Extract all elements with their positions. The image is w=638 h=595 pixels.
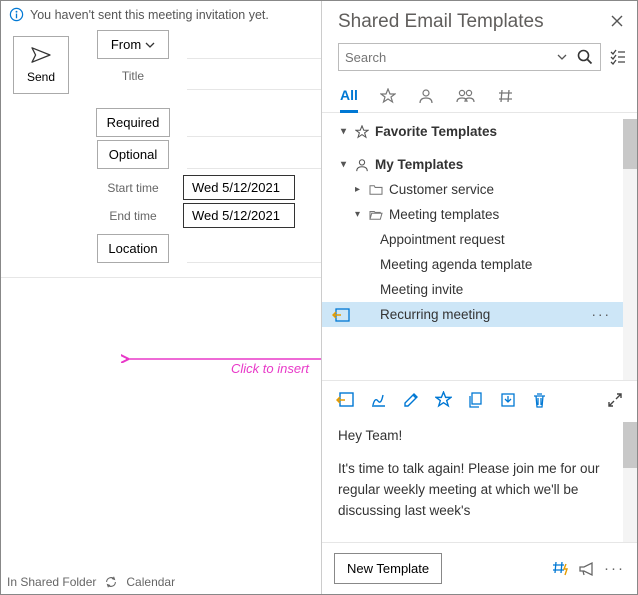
from-label: From xyxy=(111,37,141,52)
status-view: Calendar xyxy=(126,575,175,589)
search-input[interactable] xyxy=(345,50,556,65)
chevron-down-icon[interactable] xyxy=(556,51,568,63)
send-label: Send xyxy=(27,70,55,84)
import-icon[interactable] xyxy=(500,392,516,408)
sign-icon[interactable] xyxy=(370,391,387,408)
end-time-label: End time xyxy=(94,209,172,223)
chevron-down-icon: ▾ xyxy=(338,159,349,170)
new-template-button[interactable]: New Template xyxy=(334,553,442,584)
optional-field[interactable] xyxy=(187,141,321,169)
people-icon xyxy=(456,88,476,104)
insert-icon xyxy=(332,308,350,322)
person-icon xyxy=(355,158,369,172)
folder-icon xyxy=(369,184,383,196)
chevron-right-icon: ▸ xyxy=(352,184,363,195)
expand-icon[interactable] xyxy=(607,392,623,408)
chevron-down-icon xyxy=(145,40,155,50)
tree-item-appointment[interactable]: Appointment request xyxy=(322,227,637,252)
hash-lightning-icon[interactable] xyxy=(552,560,570,577)
optional-button[interactable]: Optional xyxy=(97,140,169,169)
close-icon xyxy=(611,15,623,27)
start-time-input[interactable] xyxy=(183,175,295,200)
tree-meeting-templates[interactable]: ▾ Meeting templates xyxy=(322,202,637,227)
hash-icon xyxy=(498,88,514,104)
more-icon[interactable]: ··· xyxy=(604,560,625,577)
folder-open-icon xyxy=(369,209,383,221)
status-folder: In Shared Folder xyxy=(7,575,96,589)
sync-icon xyxy=(104,575,118,589)
title-label: Title xyxy=(94,69,172,83)
body-separator xyxy=(1,277,321,278)
search-icon[interactable] xyxy=(576,48,594,66)
chevron-down-icon: ▾ xyxy=(338,126,349,137)
delete-icon[interactable] xyxy=(532,392,547,408)
checklist-icon[interactable] xyxy=(609,48,627,66)
preview-greeting: Hey Team! xyxy=(338,426,621,447)
star-icon[interactable] xyxy=(435,391,452,408)
annotation-text: Click to insert xyxy=(231,361,309,376)
required-field[interactable] xyxy=(187,109,321,137)
star-icon xyxy=(355,125,369,139)
start-time-label: Start time xyxy=(94,181,172,195)
tree-my-templates[interactable]: ▾ My Templates xyxy=(322,152,637,177)
tab-tags[interactable] xyxy=(498,79,514,112)
edit-icon[interactable] xyxy=(403,392,419,408)
close-button[interactable] xyxy=(611,14,623,30)
end-time-input[interactable] xyxy=(183,203,295,228)
person-icon xyxy=(418,88,434,104)
bottom-bar: New Template ··· xyxy=(322,542,637,594)
preview-body: It's time to talk again! Please join me … xyxy=(338,459,621,522)
tree-customer-service[interactable]: ▸ Customer service xyxy=(322,177,637,202)
info-icon xyxy=(9,7,24,22)
copy-icon[interactable] xyxy=(468,392,484,408)
tree-item-invite[interactable]: Meeting invite xyxy=(322,277,637,302)
more-icon[interactable]: ··· xyxy=(592,307,612,322)
star-icon xyxy=(380,88,396,104)
location-button[interactable]: Location xyxy=(97,234,169,263)
title-field[interactable] xyxy=(187,62,321,90)
from-button[interactable]: From xyxy=(97,30,169,59)
send-icon xyxy=(30,46,52,64)
template-toolbar xyxy=(322,380,637,418)
search-box[interactable] xyxy=(338,43,601,71)
tree-item-agenda[interactable]: Meeting agenda template xyxy=(322,252,637,277)
template-preview: Hey Team! It's time to talk again! Pleas… xyxy=(322,418,637,542)
tab-favorites[interactable] xyxy=(380,79,396,112)
tabs: All xyxy=(322,79,637,113)
preview-scrollbar[interactable] xyxy=(623,422,637,542)
location-field[interactable] xyxy=(187,235,321,263)
tab-all[interactable]: All xyxy=(340,80,358,113)
from-field[interactable] xyxy=(187,31,321,59)
tab-personal[interactable] xyxy=(418,79,434,112)
tree-scrollbar[interactable] xyxy=(623,119,637,380)
required-button[interactable]: Required xyxy=(96,108,171,137)
template-tree: ▾ Favorite Templates ▾ My Templates ▸ Cu… xyxy=(322,113,637,380)
tree-item-recurring[interactable]: Recurring meeting ··· xyxy=(322,302,637,327)
send-button[interactable]: Send xyxy=(13,36,69,94)
status-bar: In Shared Folder Calendar xyxy=(1,570,321,594)
info-message: You haven't sent this meeting invitation… xyxy=(30,8,269,22)
info-bar: You haven't sent this meeting invitation… xyxy=(1,1,321,28)
chevron-down-icon: ▾ xyxy=(352,209,363,220)
tree-favorites[interactable]: ▾ Favorite Templates xyxy=(322,119,637,144)
megaphone-icon[interactable] xyxy=(578,561,596,577)
tab-teams[interactable] xyxy=(456,79,476,112)
panel-title: Shared Email Templates xyxy=(338,11,544,33)
insert-action-icon[interactable] xyxy=(336,392,354,408)
